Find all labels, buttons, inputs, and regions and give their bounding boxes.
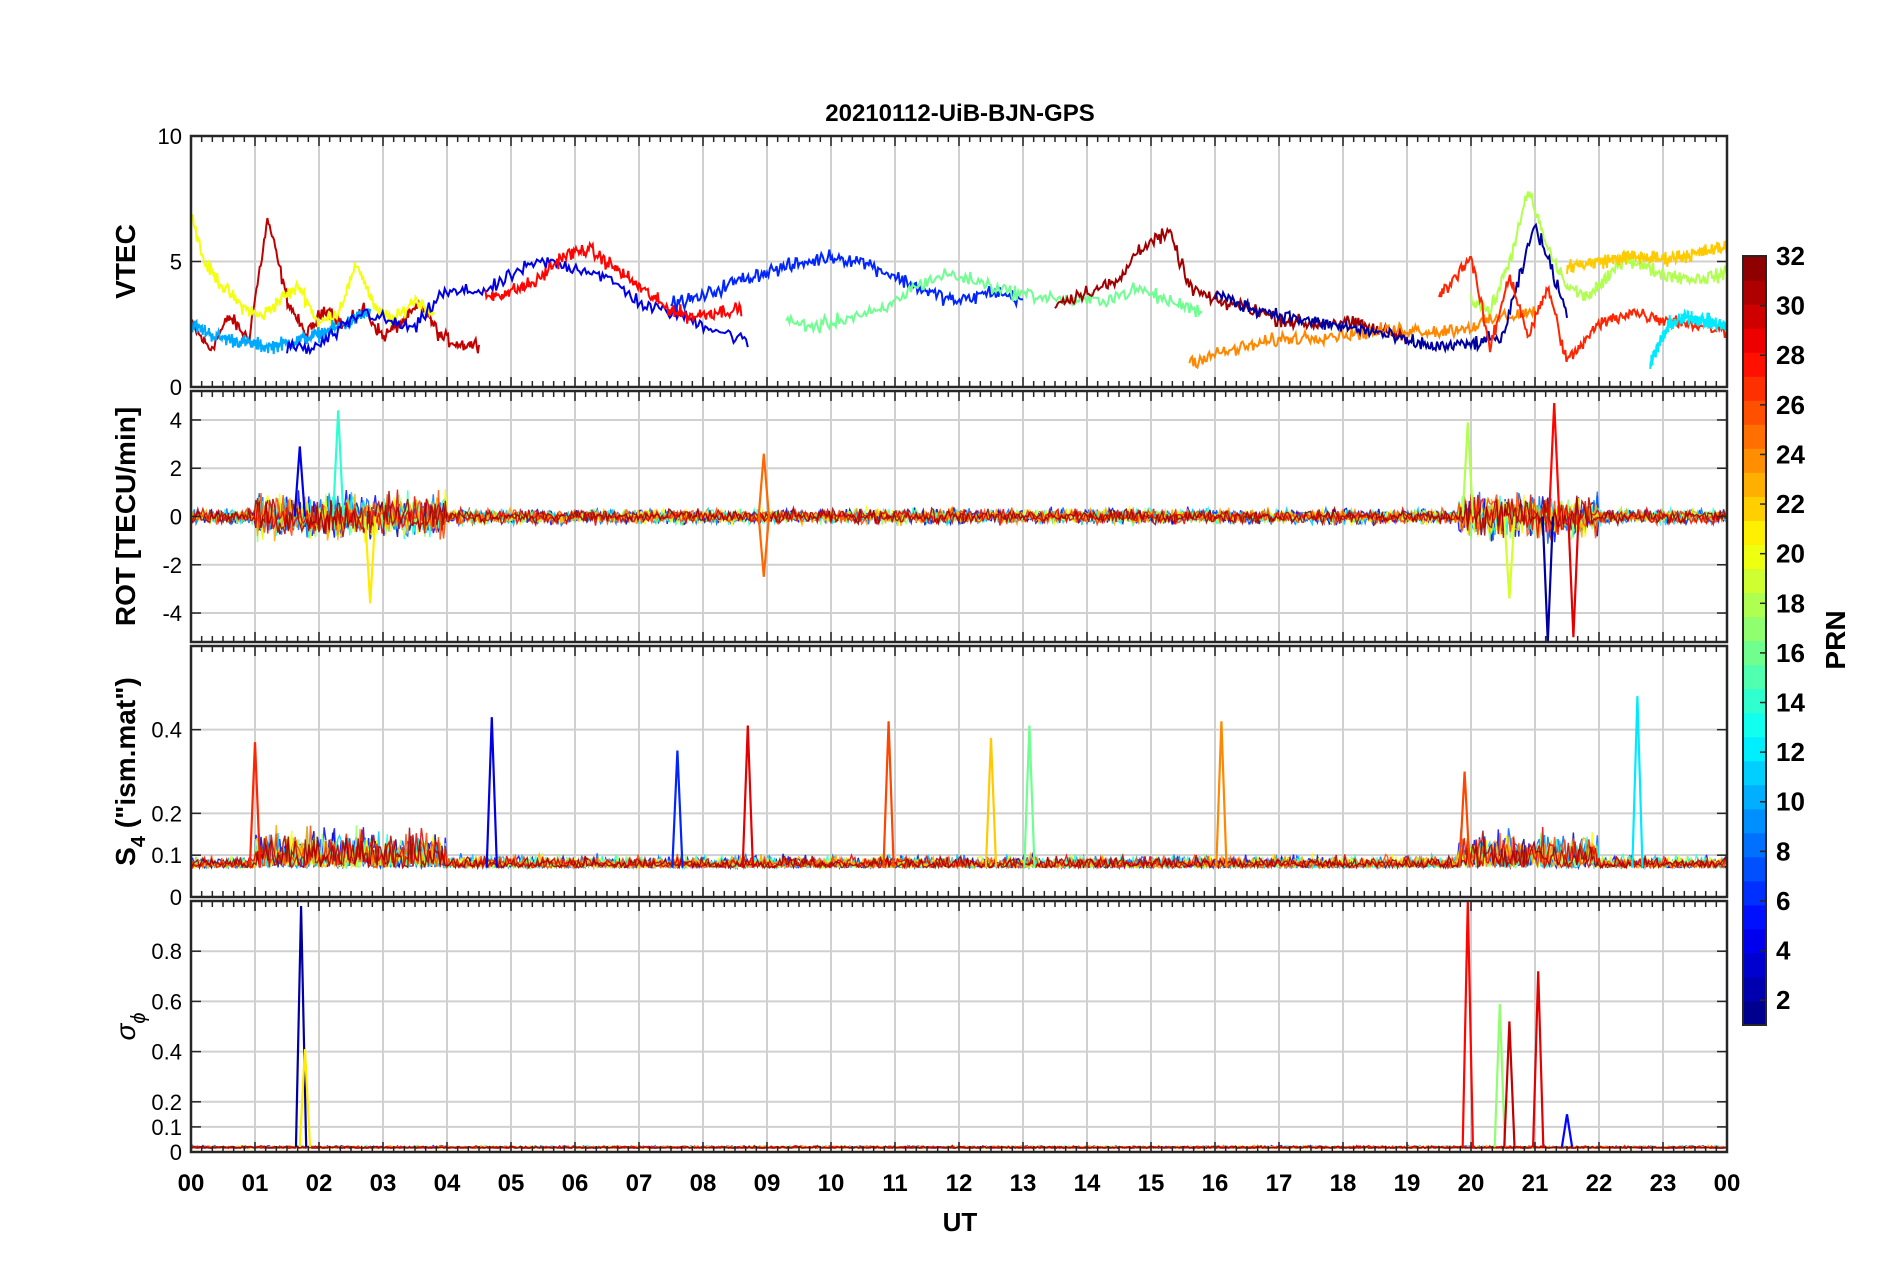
- vtec-y-label: VTEC: [110, 224, 141, 299]
- x-tick-label: 05: [498, 1170, 525, 1197]
- rot-y-tick-label: -4: [162, 601, 182, 626]
- x-tick-label: 23: [1650, 1170, 1677, 1197]
- colorbar-tick-label: 4: [1776, 936, 1791, 966]
- x-tick-label: 04: [434, 1170, 461, 1197]
- colorbar-tick-label: 24: [1776, 439, 1805, 469]
- vtec-y-tick-label: 0: [170, 375, 182, 400]
- x-tick-label: 15: [1138, 1170, 1165, 1197]
- x-tick-label: 00: [1714, 1170, 1741, 1197]
- x-tick-label: 20: [1458, 1170, 1485, 1197]
- s4-y-tick-label: 0: [170, 885, 182, 910]
- colorbar-tick-label: 22: [1776, 489, 1805, 519]
- x-tick-label: 11: [882, 1170, 907, 1197]
- rot-y-label: ROT [TECU/min]: [110, 407, 141, 626]
- x-tick-label: 18: [1330, 1170, 1357, 1197]
- x-axis-tick-labels: 00 01 02 03 04 05 06 07 08 09 10 11 12 13 14 15 16 17 18 19…: [178, 1170, 1741, 1197]
- x-tick-label: 14: [1074, 1170, 1101, 1197]
- rot-y-tick-label: 4: [170, 408, 182, 433]
- colorbar-tick-label: 30: [1776, 291, 1805, 321]
- colorbar-tick-label: 18: [1776, 588, 1805, 618]
- x-tick-label: 12: [946, 1170, 973, 1197]
- colorbar-tick-label: 32: [1776, 241, 1805, 271]
- x-tick-label: 07: [626, 1170, 653, 1197]
- x-tick-label: 03: [370, 1170, 397, 1197]
- s4-y-tick-label: 0.4: [151, 718, 182, 743]
- colorbar-tick-label: 10: [1776, 787, 1805, 817]
- sigphi-y-label: σϕ: [110, 1012, 150, 1040]
- rot-panel: -4 -2 0 2 4 ROT [TECU/min]: [110, 389, 1729, 644]
- vtec-y-tick-label: 5: [170, 250, 182, 275]
- x-tick-label: 21: [1522, 1170, 1549, 1197]
- vtec-y-tick-label: 10: [158, 124, 182, 149]
- sigphi-y-tick-label: 0.4: [151, 1040, 182, 1065]
- s4-panel: 0 0.1 0.2 0.4S4 ("ism.mat"): [110, 644, 1729, 910]
- x-tick-label: 00: [178, 1170, 205, 1197]
- x-tick-label: 13: [1010, 1170, 1037, 1197]
- colorbar-tick-label: 26: [1776, 390, 1805, 420]
- colorbar-tick-label: 16: [1776, 638, 1805, 668]
- sigphi-y-tick-label: 0.1: [151, 1115, 182, 1140]
- rot-y-tick-label: 2: [170, 456, 182, 481]
- x-tick-label: 09: [754, 1170, 781, 1197]
- colorbar-tick-label: 12: [1776, 737, 1805, 767]
- x-tick-label: 16: [1202, 1170, 1229, 1197]
- s4-y-label: S4 ("ism.mat"): [110, 677, 150, 866]
- rot-y-tick-label: 0: [170, 505, 182, 530]
- chart-title: 20210112-UiB-BJN-GPS: [825, 100, 1094, 127]
- colorbar-tick-label: 6: [1776, 886, 1790, 916]
- sigphi-y-tick-label: 0.6: [151, 989, 182, 1014]
- x-tick-label: 19: [1394, 1170, 1421, 1197]
- colorbar-tick-label: 14: [1776, 688, 1805, 718]
- chart-figure: 20210112-UiB-BJN-GPS 0510VTEC -4-2024ROT…: [110, 100, 1851, 1237]
- colorbar-label: PRN: [1820, 610, 1851, 669]
- x-tick-label: 22: [1586, 1170, 1613, 1197]
- colorbar: 2468101214161820222426283032: [1742, 241, 1805, 1026]
- x-tick-label: 10: [818, 1170, 845, 1197]
- colorbar-tick-label: 8: [1776, 836, 1790, 866]
- x-tick-label: 02: [306, 1170, 333, 1197]
- x-tick-label: 08: [690, 1170, 717, 1197]
- colorbar-tick-label: 20: [1776, 539, 1805, 569]
- x-tick-label: 06: [562, 1170, 589, 1197]
- s4-y-tick-label: 0.1: [151, 843, 182, 868]
- sigphi-y-tick-label: 0.8: [151, 939, 182, 964]
- x-axis-label: UT: [943, 1207, 978, 1237]
- sigphi-y-tick-label: 0.2: [151, 1090, 182, 1115]
- sigphi-y-tick-label: 0: [170, 1140, 182, 1165]
- s4-y-tick-label: 0.2: [151, 801, 182, 826]
- colorbar-tick-label: 28: [1776, 340, 1805, 370]
- rot-y-tick-label: -2: [162, 553, 182, 578]
- x-tick-label: 01: [242, 1170, 269, 1197]
- colorbar-tick-label: 2: [1776, 985, 1790, 1015]
- sigma-phi-panel: 00.10.2 0.4 0.6 0.8 σϕ: [110, 899, 1729, 1165]
- vtec-panel: 0 5 10 VTEC: [110, 124, 1729, 400]
- x-tick-label: 17: [1266, 1170, 1293, 1197]
